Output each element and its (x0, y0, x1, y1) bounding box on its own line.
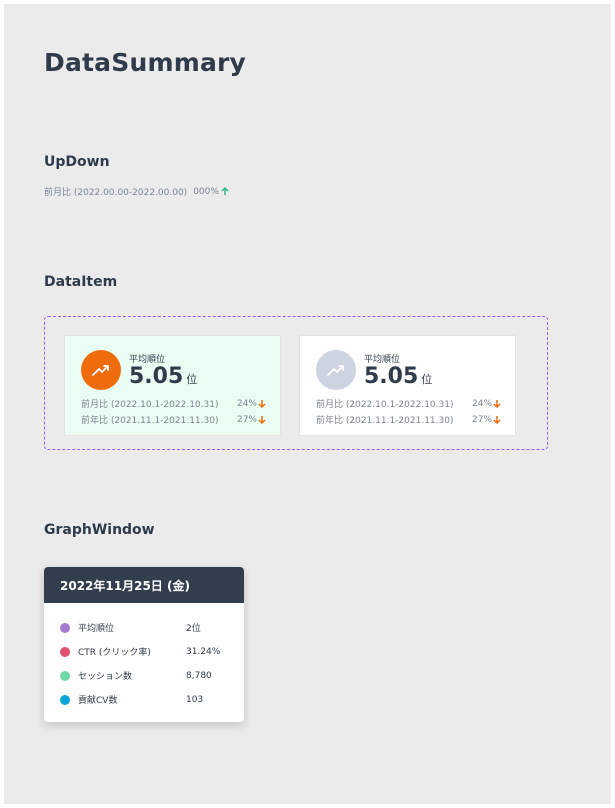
comparison-value-group: 27% (472, 413, 501, 426)
legend-dot-icon (60, 622, 70, 633)
page-canvas: DataSummary UpDown 前月比 (2022.00.00-2022.… (4, 4, 611, 804)
card-value: 5.05 (129, 364, 184, 389)
comparison-value-group: 27% (237, 413, 266, 426)
legend-name: CTR (クリック率) (78, 648, 151, 658)
comparison-label: 前月比 (2022.10.1-2022.10.31) (81, 400, 219, 410)
section-title-graphwindow: GraphWindow (44, 522, 155, 538)
card-unit: 位 (186, 373, 198, 386)
legend-name: 貢献CV数 (78, 696, 118, 706)
graph-date-header: 2022年11月25日 (金) (44, 567, 244, 603)
graph-legend-item: 平均順位 2位 (60, 621, 230, 634)
arrow-down-icon (258, 399, 266, 409)
updown-indicator: 前月比 (2022.00.00-2022.00.00) 000% (44, 185, 229, 198)
comparison-label: 前月比 (2022.10.1-2022.10.31) (316, 400, 454, 410)
updown-value: 000% (193, 186, 219, 197)
graph-legend-item: CTR (クリック率) 31.24% (60, 645, 230, 658)
legend-dot-icon (60, 694, 70, 705)
comparison-value-group: 24% (472, 397, 501, 410)
section-title-updown: UpDown (44, 154, 110, 170)
updown-label: 前月比 (2022.00.00-2022.00.00) (44, 188, 188, 198)
trending-up-icon (316, 350, 356, 390)
comparison-value: 27% (471, 414, 492, 425)
card-comparison-row: 前月比 (2022.10.1-2022.10.31) 24% (81, 397, 266, 410)
legend-dot-icon (60, 646, 70, 657)
arrow-down-icon (258, 415, 266, 425)
section-title-dataitem: DataItem (44, 274, 118, 290)
graph-tooltip-window: 2022年11月25日 (金) 平均順位 2位 CTR (クリック率) 31.2… (44, 567, 244, 722)
comparison-label: 前年比 (2021.11.1-2021.11.30) (81, 416, 219, 426)
card-unit: 位 (421, 373, 433, 386)
legend-value: 31.24% (186, 646, 221, 657)
card-comparison-row: 前年比 (2021.11.1-2021.11.30) 27% (316, 413, 501, 426)
trending-up-icon (81, 350, 121, 390)
arrow-up-icon (221, 186, 229, 197)
graph-legend-item: 貢献CV数 103 (60, 693, 230, 706)
legend-name: 平均順位 (78, 624, 115, 634)
legend-value: 2位 (186, 624, 201, 634)
comparison-value: 24% (236, 398, 257, 409)
comparison-value-group: 24% (237, 397, 266, 410)
comparison-value: 27% (236, 414, 257, 425)
graph-legend-item: セッション数 8,780 (60, 669, 230, 682)
arrow-down-icon (493, 415, 501, 425)
legend-name: セッション数 (78, 672, 133, 682)
arrow-down-icon (493, 399, 501, 409)
comparison-label: 前年比 (2021.11.1-2021.11.30) (316, 416, 454, 426)
legend-value: 103 (186, 694, 204, 705)
data-card-inactive[interactable]: 平均順位 5.05 位 前月比 (2022.10.1-2022.10.31) 2… (299, 335, 516, 436)
card-value: 5.05 (364, 364, 419, 389)
legend-value: 8,780 (186, 670, 212, 681)
comparison-value: 24% (471, 398, 492, 409)
card-comparison-row: 前年比 (2021.11.1-2021.11.30) 27% (81, 413, 266, 426)
card-value-group: 5.05 位 (364, 364, 432, 389)
card-comparison-row: 前月比 (2022.10.1-2022.10.31) 24% (316, 397, 501, 410)
page-title: DataSummary (44, 48, 247, 77)
legend-dot-icon (60, 670, 70, 681)
updown-value-group: 000% (193, 186, 229, 197)
card-value-group: 5.05 位 (129, 364, 197, 389)
data-card-active[interactable]: 平均順位 5.05 位 前月比 (2022.10.1-2022.10.31) 2… (64, 335, 281, 436)
